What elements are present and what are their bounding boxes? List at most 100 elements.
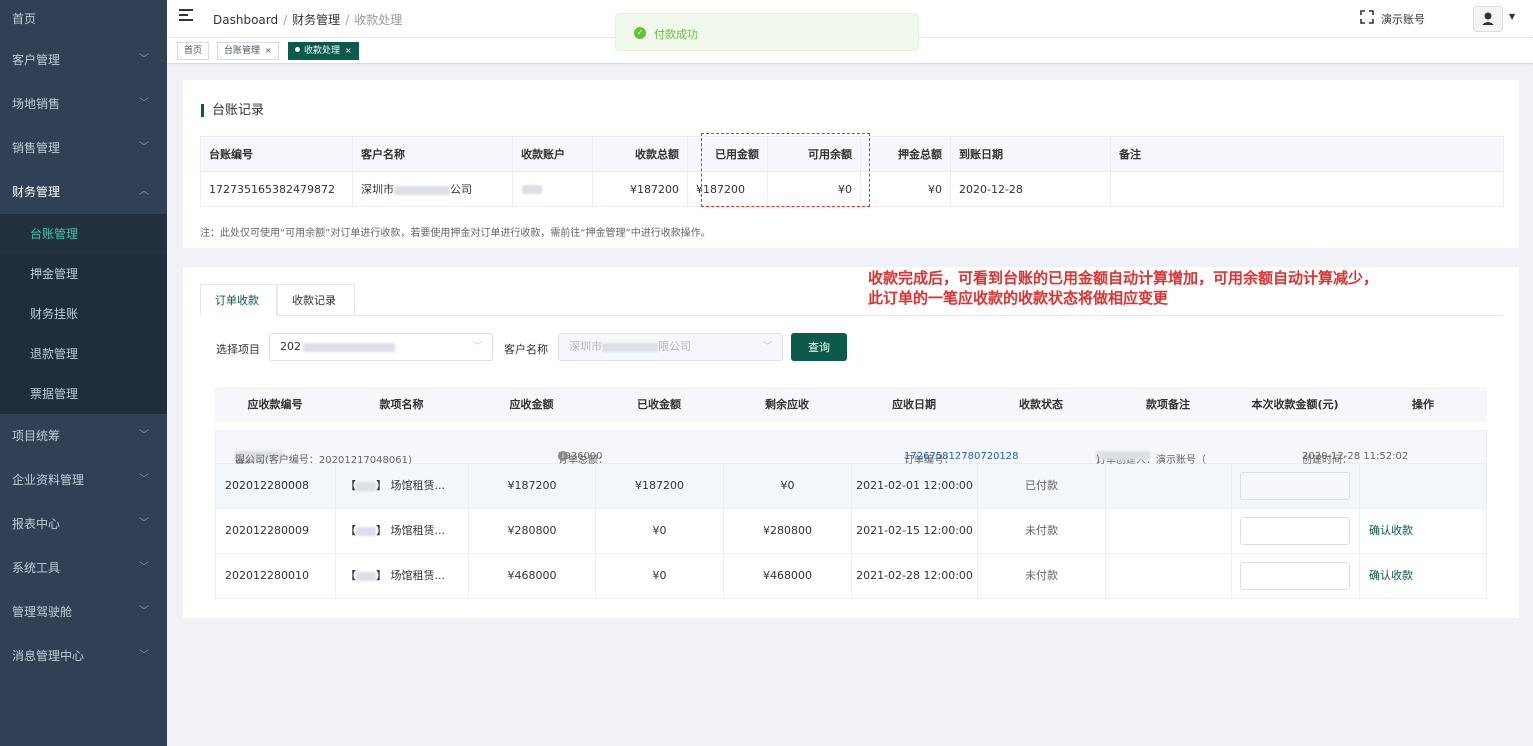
sidebar-item-cockpit[interactable]: 管理驾驶舱 ﹀ bbox=[0, 590, 167, 634]
close-icon[interactable]: × bbox=[345, 46, 352, 55]
col-item-remark: 款项备注 bbox=[1146, 398, 1190, 411]
col-ledger-id: 台账编号 bbox=[200, 136, 353, 172]
sidebar-item-customers[interactable]: 客户管理 ﹀ bbox=[0, 38, 167, 82]
sidebar-item-enterprise[interactable]: 企业资料管理 ﹀ bbox=[0, 458, 167, 502]
info-icon[interactable]: i bbox=[558, 451, 568, 461]
col-receivable-id: 应收款编号 bbox=[247, 398, 303, 411]
amount-cell bbox=[1232, 554, 1360, 598]
chevron-up-icon: ︿ bbox=[139, 186, 149, 197]
item-remark bbox=[1106, 509, 1232, 553]
ledger-account bbox=[512, 171, 593, 207]
due-amount: ¥468000 bbox=[469, 554, 596, 598]
success-toast: ✓ 付款成功 bbox=[615, 13, 919, 51]
ledger-deposit: ¥0 bbox=[860, 171, 951, 207]
user-icon bbox=[1482, 12, 1494, 25]
query-button[interactable]: 查询 bbox=[791, 333, 847, 361]
received-amount: ¥0 bbox=[596, 554, 724, 598]
sidebar-item-tools[interactable]: 系统工具 ﹀ bbox=[0, 546, 167, 590]
item-remark bbox=[1106, 464, 1232, 508]
sidebar-item-reports[interactable]: 报表中心 ﹀ bbox=[0, 502, 167, 546]
due-date: 2021-02-28 12:00:00 bbox=[852, 554, 978, 598]
receivable-id: 202012280010 bbox=[216, 554, 336, 598]
chevron-down-icon: ﹀ bbox=[139, 54, 149, 65]
item-name: 【】 场馆租赁... bbox=[336, 464, 469, 508]
tab-order-payment[interactable]: 订单收款 bbox=[200, 284, 277, 316]
sidebar-subitem-pending[interactable]: 财务挂账 bbox=[0, 294, 167, 334]
remaining-amount: ¥280800 bbox=[724, 509, 852, 553]
col-due-date: 应收日期 bbox=[892, 398, 936, 411]
project-select[interactable]: 202 ﹀ bbox=[269, 333, 493, 361]
amount-input bbox=[1240, 472, 1350, 500]
item-name: 【】 场馆租赁... bbox=[336, 509, 469, 553]
sidebar-item-messages[interactable]: 消息管理中心 ﹀ bbox=[0, 634, 167, 678]
order-number-link[interactable]: 172675812780720128 bbox=[904, 451, 1019, 462]
sidebar-item-finance[interactable]: 财务管理 ︿ bbox=[0, 170, 167, 214]
chevron-down-icon: ﹀ bbox=[139, 430, 149, 441]
tag-ledger[interactable]: 台账管理 × bbox=[217, 42, 279, 60]
ledger-customer: 深圳市 公司 bbox=[352, 171, 513, 207]
item-remark bbox=[1106, 554, 1232, 598]
col-status: 收款状态 bbox=[1019, 398, 1063, 411]
sidebar-item-projects[interactable]: 项目统筹 ﹀ bbox=[0, 414, 167, 458]
breadcrumb-current: 收款处理 bbox=[354, 13, 403, 27]
item-name: 【】 场馆租赁... bbox=[336, 554, 469, 598]
avatar[interactable] bbox=[1473, 6, 1503, 32]
section-title: 台账记录 bbox=[201, 104, 264, 117]
action-cell: 确认收款 bbox=[1360, 509, 1488, 553]
tag-home[interactable]: 首页 bbox=[177, 42, 210, 60]
sidebar-subitem-ledger[interactable]: 台账管理 bbox=[0, 214, 167, 254]
chevron-down-icon: ﹀ bbox=[762, 342, 772, 352]
check-circle-icon: ✓ bbox=[634, 27, 646, 39]
redacted-text bbox=[356, 526, 376, 536]
highlight-box-balance bbox=[701, 133, 870, 207]
account-name: 演示账号 bbox=[1381, 13, 1425, 26]
amount-input[interactable] bbox=[1240, 517, 1350, 545]
sidebar-subitem-invoice[interactable]: 票据管理 bbox=[0, 374, 167, 414]
breadcrumb-finance: 财务管理 bbox=[292, 13, 341, 27]
due-amount: ¥280800 bbox=[469, 509, 596, 553]
tab-payment-records[interactable]: 收款记录 bbox=[277, 284, 355, 316]
order-info-bar: 客户： 深圳市 限公司(客户编号：20201217048061) 订单总额： ¥936… bbox=[215, 430, 1487, 466]
col-deposit: 押金总额 bbox=[860, 136, 951, 172]
hamburger-icon[interactable] bbox=[179, 9, 193, 23]
redacted-text bbox=[394, 185, 450, 195]
remaining-amount: ¥468000 bbox=[724, 554, 852, 598]
redacted-text bbox=[602, 342, 658, 352]
tag-payment-processing[interactable]: 收款处理 × bbox=[288, 42, 359, 60]
payment-status: 未付款 bbox=[978, 509, 1106, 553]
col-received-amount: 已收金额 bbox=[637, 398, 681, 411]
col-actions: 操作 bbox=[1412, 398, 1434, 411]
active-dot-icon bbox=[295, 47, 300, 52]
sidebar-subitem-refund[interactable]: 退款管理 bbox=[0, 334, 167, 374]
col-remaining: 剩余应收 bbox=[765, 398, 809, 411]
action-cell: 确认收款 bbox=[1360, 554, 1488, 598]
fullscreen-icon[interactable] bbox=[1360, 10, 1374, 24]
chevron-down-icon: ﹀ bbox=[139, 142, 149, 153]
redacted-text bbox=[356, 481, 376, 491]
due-amount: ¥187200 bbox=[469, 464, 596, 508]
close-icon[interactable]: × bbox=[265, 46, 272, 55]
confirm-payment-link[interactable]: 确认收款 bbox=[1369, 554, 1413, 598]
breadcrumb-dashboard[interactable]: Dashboard bbox=[213, 13, 278, 27]
ledger-note: 注：此处仅可使用“可用余额”对订单进行收款，若要使用押金对订单进行收款，需前往“… bbox=[200, 228, 711, 239]
redacted-text bbox=[522, 185, 542, 194]
remaining-amount: ¥0 bbox=[724, 464, 852, 508]
confirm-payment-link[interactable]: 确认收款 bbox=[1369, 509, 1413, 553]
sidebar-item-sales[interactable]: 销售管理 ﹀ bbox=[0, 126, 167, 170]
annotation-text: 收款完成后，可看到台账的已用金额自动计算增加，可用余额自动计算减少， 此订单的一… bbox=[868, 269, 1379, 307]
amount-input[interactable] bbox=[1240, 562, 1350, 590]
received-amount: ¥0 bbox=[596, 509, 724, 553]
amount-cell bbox=[1232, 464, 1360, 508]
customer-label: 客户名称 bbox=[504, 343, 548, 356]
col-remark: 备注 bbox=[1110, 136, 1504, 172]
sidebar-item-home[interactable]: 首页 bbox=[0, 0, 167, 38]
payment-status: 未付款 bbox=[978, 554, 1106, 598]
sidebar-subitem-deposit[interactable]: 押金管理 bbox=[0, 254, 167, 294]
ledger-remark bbox=[1110, 171, 1504, 207]
chevron-down-icon: ﹀ bbox=[472, 342, 482, 352]
chevron-down-icon: ﹀ bbox=[139, 518, 149, 529]
amount-cell bbox=[1232, 509, 1360, 553]
caret-down-icon[interactable]: ▼ bbox=[1509, 12, 1515, 21]
chevron-down-icon: ﹀ bbox=[139, 562, 149, 573]
sidebar-item-venue-sales[interactable]: 场地销售 ﹀ bbox=[0, 82, 167, 126]
